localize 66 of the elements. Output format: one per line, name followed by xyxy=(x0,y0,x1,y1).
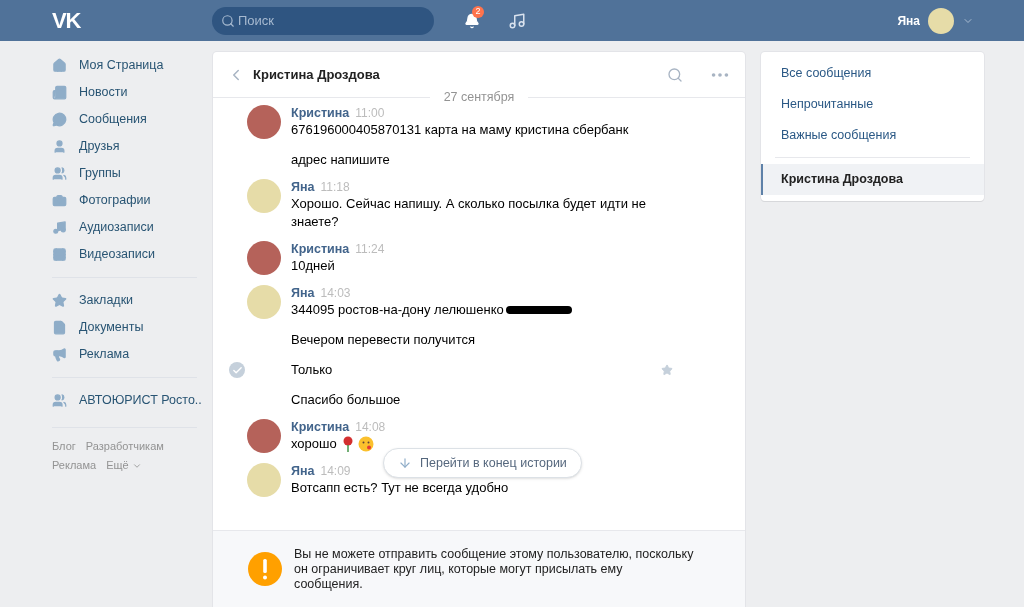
notice-text: Вы не можете отправить сообщение этому пользователю, поскольку он ограничивает круг лиц, которые могут присылать ему сообщения. xyxy=(294,546,694,592)
message-time: 14:08 xyxy=(355,419,386,435)
message-text: 676196000405870131 карта на маму кристина сбербанк xyxy=(291,121,629,139)
user-name[interactable]: Яна xyxy=(897,11,920,30)
author-name[interactable]: Яна xyxy=(291,179,315,195)
message-text: 10дней xyxy=(291,257,335,275)
sidebar-item[interactable]: Фотографии xyxy=(52,187,197,214)
menu-item[interactable]: Важные сообщения xyxy=(761,120,984,151)
home-icon xyxy=(52,58,67,73)
megaphone-icon xyxy=(52,347,67,362)
sidebar-item[interactable]: Друзья xyxy=(52,133,197,160)
author-name[interactable]: Кристина xyxy=(291,105,350,121)
date-label: 27 сентября xyxy=(429,89,529,105)
message-text: адрес напишите xyxy=(291,151,390,169)
arrow-down-icon xyxy=(398,456,412,470)
sidebar-item[interactable]: Сообщения xyxy=(52,106,197,133)
message-text: Только xyxy=(291,361,333,379)
message-time: 14:09 xyxy=(320,463,351,479)
sidebar-item[interactable]: Аудиозаписи xyxy=(52,214,197,241)
message-text: Спасибо большое xyxy=(291,391,401,409)
people-icon xyxy=(52,393,67,408)
document-icon xyxy=(52,320,67,335)
jump-to-end-button[interactable]: Перейти в конец истории xyxy=(383,448,582,478)
warning-icon xyxy=(248,552,282,586)
message-text: Вотсапп есть? Тут не всегда удобно xyxy=(291,479,509,497)
menu-item[interactable]: Кристина Дроздова xyxy=(761,164,984,195)
message-time: 14:03 xyxy=(320,285,351,301)
kissing-face-icon xyxy=(357,436,374,452)
menu-item[interactable]: Все сообщения xyxy=(761,58,984,89)
search-field[interactable]: Поиск xyxy=(212,6,434,35)
bell-icon xyxy=(464,12,480,29)
people-icon xyxy=(52,166,67,181)
menu-item[interactable]: Непрочитанные xyxy=(761,89,984,120)
search-icon xyxy=(221,13,235,28)
avatar[interactable] xyxy=(247,419,281,453)
author-name[interactable]: Кристина xyxy=(291,419,350,435)
message-text: Хорошо. Сейчас напишу. А сколько посылка будет идти не знаете? xyxy=(291,195,648,231)
author-name[interactable]: Яна xyxy=(291,285,315,301)
sidebar-item[interactable]: Моя Страница xyxy=(52,52,197,79)
music-note-icon[interactable] xyxy=(508,11,526,30)
sidebar-item[interactable]: Новости xyxy=(52,79,197,106)
message-text: Вечером перевести получится xyxy=(291,331,475,349)
message-time: 11:24 xyxy=(355,241,385,257)
search-icon[interactable] xyxy=(667,66,683,83)
message-text: хорошо xyxy=(291,435,337,453)
message-time: 11:00 xyxy=(355,105,385,121)
chat-bubble-icon xyxy=(52,112,67,127)
sidebar-item[interactable]: Реклама xyxy=(52,341,197,368)
sidebar-item[interactable]: Документы xyxy=(52,314,197,341)
star-icon[interactable] xyxy=(661,364,673,376)
author-name[interactable]: Кристина xyxy=(291,241,350,257)
message-time: 11:18 xyxy=(320,179,350,195)
avatar[interactable] xyxy=(247,241,281,275)
chat-title: Кристина Дроздова xyxy=(253,65,380,84)
logo[interactable]: VK xyxy=(52,4,212,37)
person-icon xyxy=(52,139,67,154)
music-note-icon xyxy=(52,220,67,235)
sidebar-item[interactable]: Группы xyxy=(52,160,197,187)
sidebar-item[interactable]: Закладки xyxy=(52,287,197,314)
notification-count-badge: 2 xyxy=(472,5,484,18)
star-icon xyxy=(52,293,67,308)
message-text: 344095 ростов-на-дону лелюшенко xyxy=(291,301,504,319)
avatar[interactable] xyxy=(247,105,281,139)
author-name[interactable]: Яна xyxy=(291,463,315,479)
user-avatar[interactable] xyxy=(928,7,954,34)
sidebar-item[interactable]: Видеозаписи xyxy=(52,241,197,268)
